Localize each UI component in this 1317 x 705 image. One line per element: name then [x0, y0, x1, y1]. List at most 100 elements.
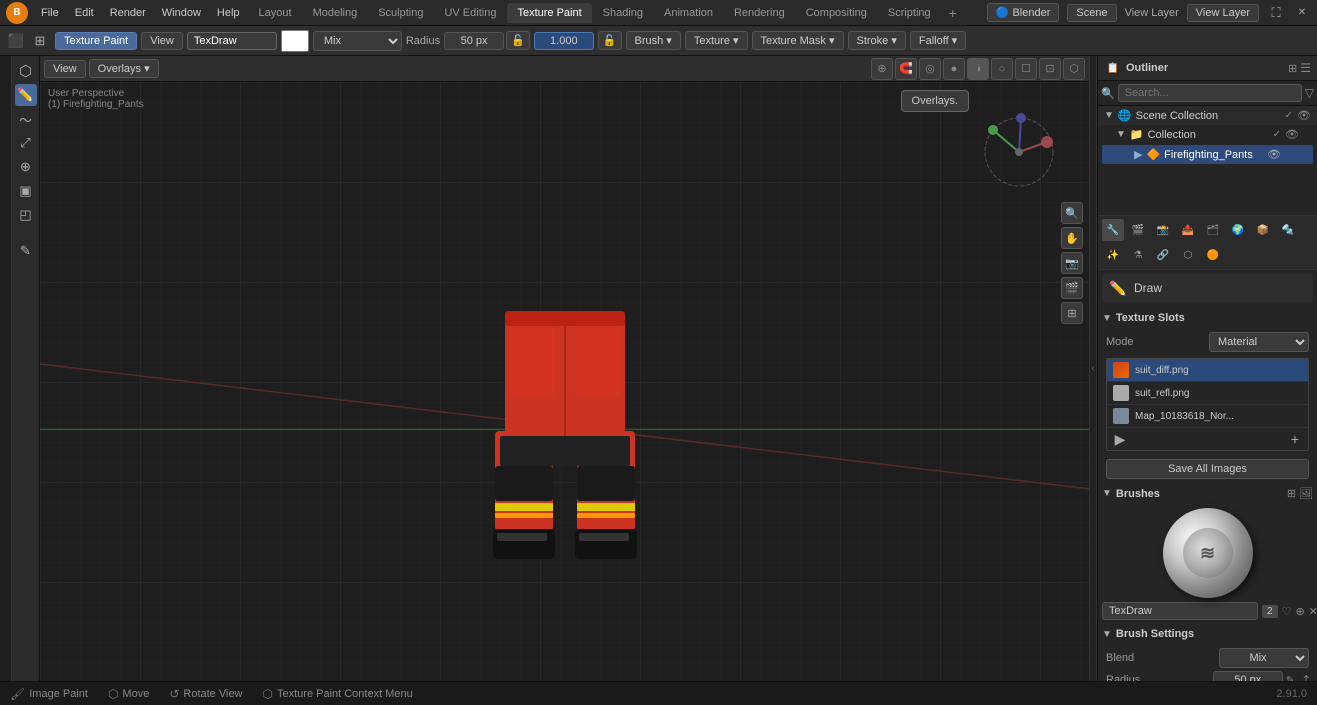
camera-icon[interactable]: 📷 — [1061, 252, 1083, 274]
viewport-snap-icon[interactable]: 🧲 — [895, 58, 917, 80]
mix-mode-select[interactable]: Mix Add Subtract — [313, 31, 402, 51]
blender-logo[interactable]: B — [6, 2, 28, 24]
viewport-proportional-icon[interactable]: ◎ — [919, 58, 941, 80]
viewport-shading-wire[interactable]: ☐ — [1015, 58, 1037, 80]
viewport-canvas[interactable]: User Perspective (1) Firefighting_Pants … — [40, 82, 1089, 681]
texture-slots-arrow[interactable]: ▼ — [1102, 313, 1112, 324]
strength-input[interactable]: 1.000 — [534, 32, 594, 50]
viewport-overlays-btn[interactable]: Overlays ▾ — [89, 59, 159, 78]
firefighting-pants-item[interactable]: ▶ 🔶 Firefighting_Pants 👁 — [1102, 145, 1313, 164]
viewport-xray-toggle[interactable]: ⬡ — [1063, 58, 1085, 80]
texture-slots-header[interactable]: ▼ Texture Slots — [1102, 308, 1313, 328]
brush-favorite-icon[interactable]: ♡ — [1282, 602, 1292, 620]
viewport-shading-material[interactable]: ◑ — [967, 58, 989, 80]
brush-btn[interactable]: Brush ▾ — [626, 31, 681, 50]
world-props-icon[interactable]: 🌍 — [1227, 219, 1249, 241]
texture-item-2[interactable]: Map_10183618_Nor... — [1107, 405, 1308, 428]
view-layer-selector[interactable]: View Layer — [1187, 4, 1259, 22]
output-props-icon[interactable]: 📤 — [1177, 219, 1199, 241]
brush-name-field[interactable] — [1102, 602, 1258, 620]
menu-window[interactable]: Window — [155, 5, 208, 21]
draw-tool-icon[interactable]: ✏️ — [15, 84, 37, 106]
viewport-view-menu[interactable]: View — [44, 60, 86, 78]
texture-add-btn[interactable]: + — [1286, 430, 1304, 448]
physics-props-icon[interactable]: ⚗ — [1127, 244, 1149, 266]
falloff-btn[interactable]: Falloff ▾ — [910, 31, 966, 50]
brushes-header[interactable]: ▼ Brushes ⊞ 🖼 — [1102, 483, 1313, 504]
outliner-settings-btn[interactable]: ☰ — [1300, 61, 1311, 75]
constraint-props-icon[interactable]: 🔗 — [1152, 244, 1174, 266]
collection-item[interactable]: ▼ 📁 Collection ✓ 👁 — [1098, 125, 1317, 144]
radius-edit-icon[interactable]: ✎ — [1286, 674, 1295, 682]
blend-select[interactable]: Mix Add — [1219, 648, 1309, 668]
radius-input[interactable]: 50 px — [444, 32, 504, 50]
brush-delete-icon[interactable]: ✕ — [1309, 602, 1317, 620]
navigation-gizmo[interactable] — [979, 112, 1059, 192]
material-props-icon[interactable]: 🟠 — [1202, 244, 1224, 266]
outliner-filter-btn[interactable]: ⊞ — [1288, 62, 1297, 75]
brush-name-input[interactable]: TexDraw — [187, 32, 277, 50]
texture-paint-mode-btn[interactable]: Texture Paint — [55, 32, 137, 50]
engine-selector[interactable]: 🔵 Blender — [987, 3, 1060, 22]
collection-eye[interactable]: 👁 — [1285, 128, 1299, 141]
scene-collection-eye[interactable]: 👁 — [1297, 109, 1311, 122]
tab-modeling[interactable]: Modeling — [303, 3, 368, 23]
viewport-mode-icon[interactable]: ⬛ — [6, 31, 26, 51]
fullscreen-icon[interactable]: ⛶ — [1267, 4, 1285, 22]
object-props-icon[interactable]: 📦 — [1252, 219, 1274, 241]
viewport-gizmo-icon[interactable]: ⊕ — [871, 58, 893, 80]
scene-collection-check[interactable]: ✓ — [1285, 110, 1293, 121]
close-window-icon[interactable]: ✕ — [1293, 4, 1311, 22]
menu-edit[interactable]: Edit — [68, 5, 101, 21]
clone-tool-icon[interactable]: ⊕ — [15, 156, 37, 178]
menu-help[interactable]: Help — [210, 5, 247, 21]
viewport-overlay-toggle[interactable]: ⊡ — [1039, 58, 1061, 80]
data-props-icon[interactable]: ⬡ — [1177, 244, 1199, 266]
viewport-shading-solid[interactable]: ● — [943, 58, 965, 80]
viewport-shading-render[interactable]: ○ — [991, 58, 1013, 80]
texture-item-1[interactable]: suit_refl.png — [1107, 382, 1308, 405]
save-all-images-btn[interactable]: Save All Images — [1106, 459, 1309, 479]
tab-sculpting[interactable]: Sculpting — [368, 3, 433, 23]
tab-layout[interactable]: Layout — [249, 3, 302, 23]
soften-tool-icon[interactable]: 〜 — [15, 108, 37, 130]
panel-collapse-arrow[interactable]: ‹ — [1089, 56, 1097, 681]
pan-icon[interactable]: ✋ — [1061, 227, 1083, 249]
radius-pressure-icon[interactable]: ⤴ — [1298, 672, 1309, 681]
brushes-expand-icon[interactable]: ⊞ — [1287, 487, 1296, 500]
texture-mask-btn[interactable]: Texture Mask ▾ — [752, 31, 844, 50]
object-eye[interactable]: 👁 — [1267, 148, 1281, 161]
strength-lock-icon[interactable]: 🔓 — [598, 31, 622, 50]
snap-icon[interactable]: ⊞ — [29, 30, 51, 52]
tab-uv-editing[interactable]: UV Editing — [434, 3, 506, 23]
active-tool-icon[interactable]: 🔧 — [1102, 219, 1124, 241]
grid-view-icon[interactable]: ⊞ — [1061, 302, 1083, 324]
outliner-search-input[interactable] — [1118, 84, 1302, 102]
brush-radius-input[interactable]: 50 px — [1213, 671, 1283, 681]
tab-animation[interactable]: Animation — [654, 3, 723, 23]
radius-lock-icon[interactable]: 🔓 — [506, 31, 530, 50]
render-props-icon[interactable]: 📸 — [1152, 219, 1174, 241]
brush-color-swatch[interactable] — [281, 30, 309, 52]
menu-render[interactable]: Render — [103, 5, 153, 21]
fill-tool-icon[interactable]: ▣ — [15, 180, 37, 202]
menu-file[interactable]: File — [34, 5, 66, 21]
brushes-preview-icon[interactable]: 🖼 — [1299, 487, 1313, 500]
smear-tool-icon[interactable]: ⤢ — [15, 132, 37, 154]
tab-shading[interactable]: Shading — [593, 3, 653, 23]
brush-settings-header[interactable]: ▼ Brush Settings — [1102, 624, 1313, 644]
mask-tool-icon[interactable]: ◰ — [15, 204, 37, 226]
brush-settings-arrow[interactable]: ▼ — [1102, 629, 1112, 640]
add-workspace-btn[interactable]: + — [942, 3, 964, 23]
outliner-filter-icon[interactable]: ▽ — [1305, 86, 1314, 100]
scene-props-icon[interactable]: 🎬 — [1127, 219, 1149, 241]
collection-check[interactable]: ✓ — [1273, 129, 1281, 140]
particle-props-icon[interactable]: ✨ — [1102, 244, 1124, 266]
scene-selector[interactable]: Scene — [1067, 4, 1116, 22]
texture-btn[interactable]: Texture ▾ — [685, 31, 748, 50]
overlays-popup-btn[interactable]: Overlays. — [901, 90, 969, 112]
tab-rendering[interactable]: Rendering — [724, 3, 795, 23]
render-view-icon[interactable]: 🎬 — [1061, 277, 1083, 299]
tab-texture-paint[interactable]: Texture Paint — [507, 3, 591, 23]
texture-expand-btn[interactable]: ▶ — [1111, 430, 1129, 448]
